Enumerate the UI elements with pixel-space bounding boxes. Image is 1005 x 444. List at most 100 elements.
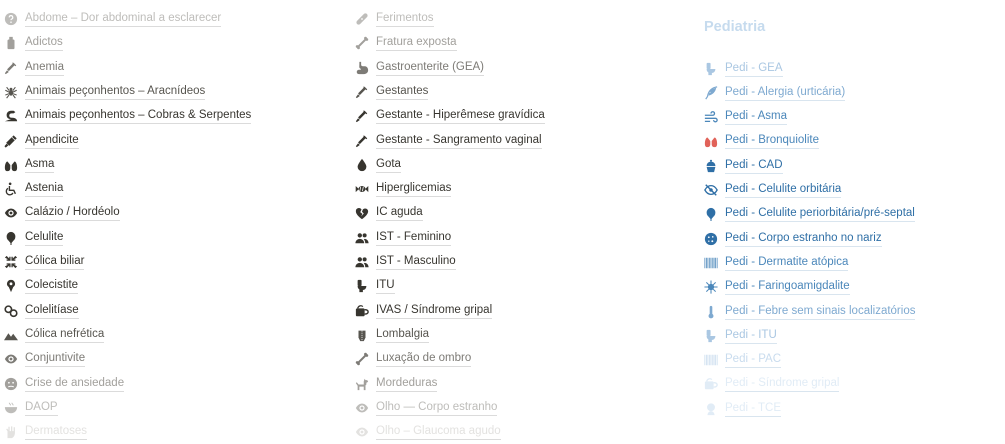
lungs-icon [704, 134, 718, 148]
list-item-asma[interactable]: Asma [4, 153, 55, 177]
eye-icon [4, 352, 18, 366]
list-item-colica-nefretica[interactable]: Cólica nefrética [4, 323, 105, 347]
users-icon [355, 231, 369, 245]
list-item-label: Gestante - Sangramento vaginal [376, 133, 542, 149]
list-item-label: Pedi - Febre sem sinais localizatórios [725, 304, 916, 320]
users-icon [355, 255, 369, 269]
list-item-label: Gastroenterite (GEA) [376, 60, 485, 76]
list-item-colelitiase[interactable]: Colelitíase [4, 299, 79, 323]
list-item-label: Pedi - Corpo estranho no nariz [725, 231, 882, 247]
list-item-pedi-febre-sem-sinais-localizatorios[interactable]: Pedi - Febre sem sinais localizatórios [704, 300, 916, 324]
eye-slash-icon [704, 183, 718, 197]
list-item-animais-peconhentos-cobras-serpentes[interactable]: Animais peçonhentos – Cobras & Serpentes [4, 104, 252, 128]
stethoscope-icon [4, 134, 18, 148]
help-circle-icon [4, 12, 18, 26]
list-item-gota[interactable]: Gota [355, 153, 401, 177]
bandage-icon [355, 12, 369, 26]
list-item-astenia[interactable]: Astenia [4, 177, 64, 201]
list-item-label: Pedi - Síndrome gripal [725, 376, 840, 393]
list-item-ferimentos[interactable]: Ferimentos [355, 7, 434, 31]
list-item-calazio-hordeolo[interactable]: Calázio / Hordéolo [4, 201, 120, 225]
list-item-ist-feminino[interactable]: IST - Feminino [355, 226, 452, 250]
list-item-label: Asma [25, 157, 55, 173]
list-item-colica-biliar[interactable]: Cólica biliar [4, 250, 85, 274]
list-item-abdome-dor-abdominal-a-esclarecer[interactable]: Abdome – Dor abdominal a esclarecer [4, 7, 222, 31]
list-item-pedi-cad[interactable]: Pedi - CAD [704, 154, 783, 178]
bone-icon [355, 352, 369, 366]
list-item-gastroenterite-gea[interactable]: Gastroenterite (GEA) [355, 56, 485, 80]
list-item-label: IST - Feminino [376, 230, 452, 246]
stones-icon [4, 304, 18, 318]
list-item-pedi-celulite-orbitaria[interactable]: Pedi - Celulite orbitária [704, 178, 842, 202]
list-item-mordeduras[interactable]: Mordeduras [355, 372, 438, 396]
list-item-label: Animais peçonhentos – Cobras & Serpentes [25, 108, 252, 125]
list-item-pedi-faringoamigdalite[interactable]: Pedi - Faringoamigdalite [704, 275, 850, 299]
list-item-label: Gota [376, 157, 401, 173]
list-item-pedi-gea[interactable]: Pedi - GEA [704, 57, 783, 81]
list-item-gestantes[interactable]: Gestantes [355, 80, 429, 104]
list-item-label: Abdome – Dor abdominal a esclarecer [25, 11, 222, 27]
feather-icon [704, 86, 718, 100]
stomach-icon [355, 61, 369, 75]
syringe-icon [4, 61, 18, 75]
list-item-label: Anemia [25, 60, 64, 76]
list-item-olho-glaucoma-agudo[interactable]: Olho – Glaucoma agudo [355, 420, 501, 444]
list-item-pedi-bronquiolite[interactable]: Pedi - Bronquiolite [704, 129, 819, 153]
list-item-olho-corpo-estranho[interactable]: Olho — Corpo estranho [355, 396, 498, 420]
list-item-label: Olho – Glaucoma agudo [376, 424, 501, 441]
wheelchair-icon [4, 182, 18, 196]
snake-icon [4, 109, 18, 123]
list-item-label: Colecistite [25, 278, 79, 295]
toilet-icon [704, 329, 718, 343]
list-item-animais-peconhentos-aracnideos[interactable]: Animais peçonhentos – Aracnídeos [4, 80, 206, 104]
pin-icon [4, 279, 18, 293]
list-item-label: Pedi - TCE [725, 401, 782, 417]
list-item-lombalgia[interactable]: Lombalgia [355, 323, 430, 347]
list-item-fratura-exposta[interactable]: Fratura exposta [355, 31, 457, 55]
list-item-pedi-asma[interactable]: Pedi - Asma [704, 105, 787, 129]
list-item-daop[interactable]: DAOP [4, 396, 58, 420]
list-item-label: Animais peçonhentos – Aracnídeos [25, 84, 206, 100]
barcode-icon [704, 353, 718, 367]
list-item-pedi-tce[interactable]: Pedi - TCE [704, 397, 782, 421]
cookie-icon [704, 232, 718, 246]
list-item-dermatoses[interactable]: Dermatoses [4, 420, 87, 444]
list-item-pedi-dermatite-atopica[interactable]: Pedi - Dermatite atópica [704, 251, 849, 275]
list-item-anemia[interactable]: Anemia [4, 56, 64, 80]
list-item-luxacao-de-ombro[interactable]: Luxação de ombro [355, 347, 472, 371]
list-item-apendicite[interactable]: Apendicite [4, 129, 79, 153]
list-item-label: Cólica biliar [25, 254, 85, 270]
list-item-adictos[interactable]: Adictos [4, 31, 63, 55]
list-item-label: Lombalgia [376, 327, 430, 343]
list-item-ic-aguda[interactable]: IC aguda [355, 201, 423, 225]
list-item-label: Pedi - Faringoamigdalite [725, 279, 850, 296]
list-item-colecistite[interactable]: Colecistite [4, 274, 79, 298]
dog-icon [355, 377, 369, 391]
list-item-itu[interactable]: ITU [355, 274, 395, 298]
list-item-ivas-sindrome-gripal[interactable]: IVAS / Síndrome gripal [355, 299, 493, 323]
list-item-conjuntivite[interactable]: Conjuntivite [4, 347, 86, 371]
list-item-pedi-sindrome-gripal[interactable]: Pedi - Síndrome gripal [704, 372, 840, 396]
list-item-pedi-itu[interactable]: Pedi - ITU [704, 324, 777, 348]
list-item-label: Cólica nefrética [25, 327, 105, 343]
list-item-pedi-alergia-urticaria[interactable]: Pedi - Alergia (urticária) [704, 81, 846, 105]
list-item-label: Gestantes [376, 84, 429, 100]
candy-icon [355, 182, 369, 196]
list-item-label: Calázio / Hordéolo [25, 205, 120, 222]
list-item-gestante-sangramento-vaginal[interactable]: Gestante - Sangramento vaginal [355, 129, 542, 153]
list-item-hiperglicemias[interactable]: Hiperglicemias [355, 177, 452, 201]
toilet-icon [355, 279, 369, 293]
list-item-label: Crise de ansiedade [25, 376, 125, 392]
list-item-celulite[interactable]: Celulite [4, 226, 64, 250]
list-item-pedi-corpo-estranho-no-nariz[interactable]: Pedi - Corpo estranho no nariz [704, 227, 882, 251]
list-item-label: Pedi - Asma [725, 109, 787, 126]
list-item-crise-de-ansiedade[interactable]: Crise de ansiedade [4, 372, 125, 396]
list-item-pedi-celulite-periorbitaria-pre-septal[interactable]: Pedi - Celulite periorbitária/pré-septal [704, 202, 915, 226]
list-item-gestante-hiperemese-gravidica[interactable]: Gestante - Hiperêmese gravídica [355, 104, 545, 128]
list-item-ist-masculino[interactable]: IST - Masculino [355, 250, 456, 274]
bone-icon [355, 36, 369, 50]
syringe-icon [355, 109, 369, 123]
back-icon [355, 328, 369, 342]
bottle-icon [4, 36, 18, 50]
list-item-pedi-pac[interactable]: Pedi - PAC [704, 348, 782, 372]
